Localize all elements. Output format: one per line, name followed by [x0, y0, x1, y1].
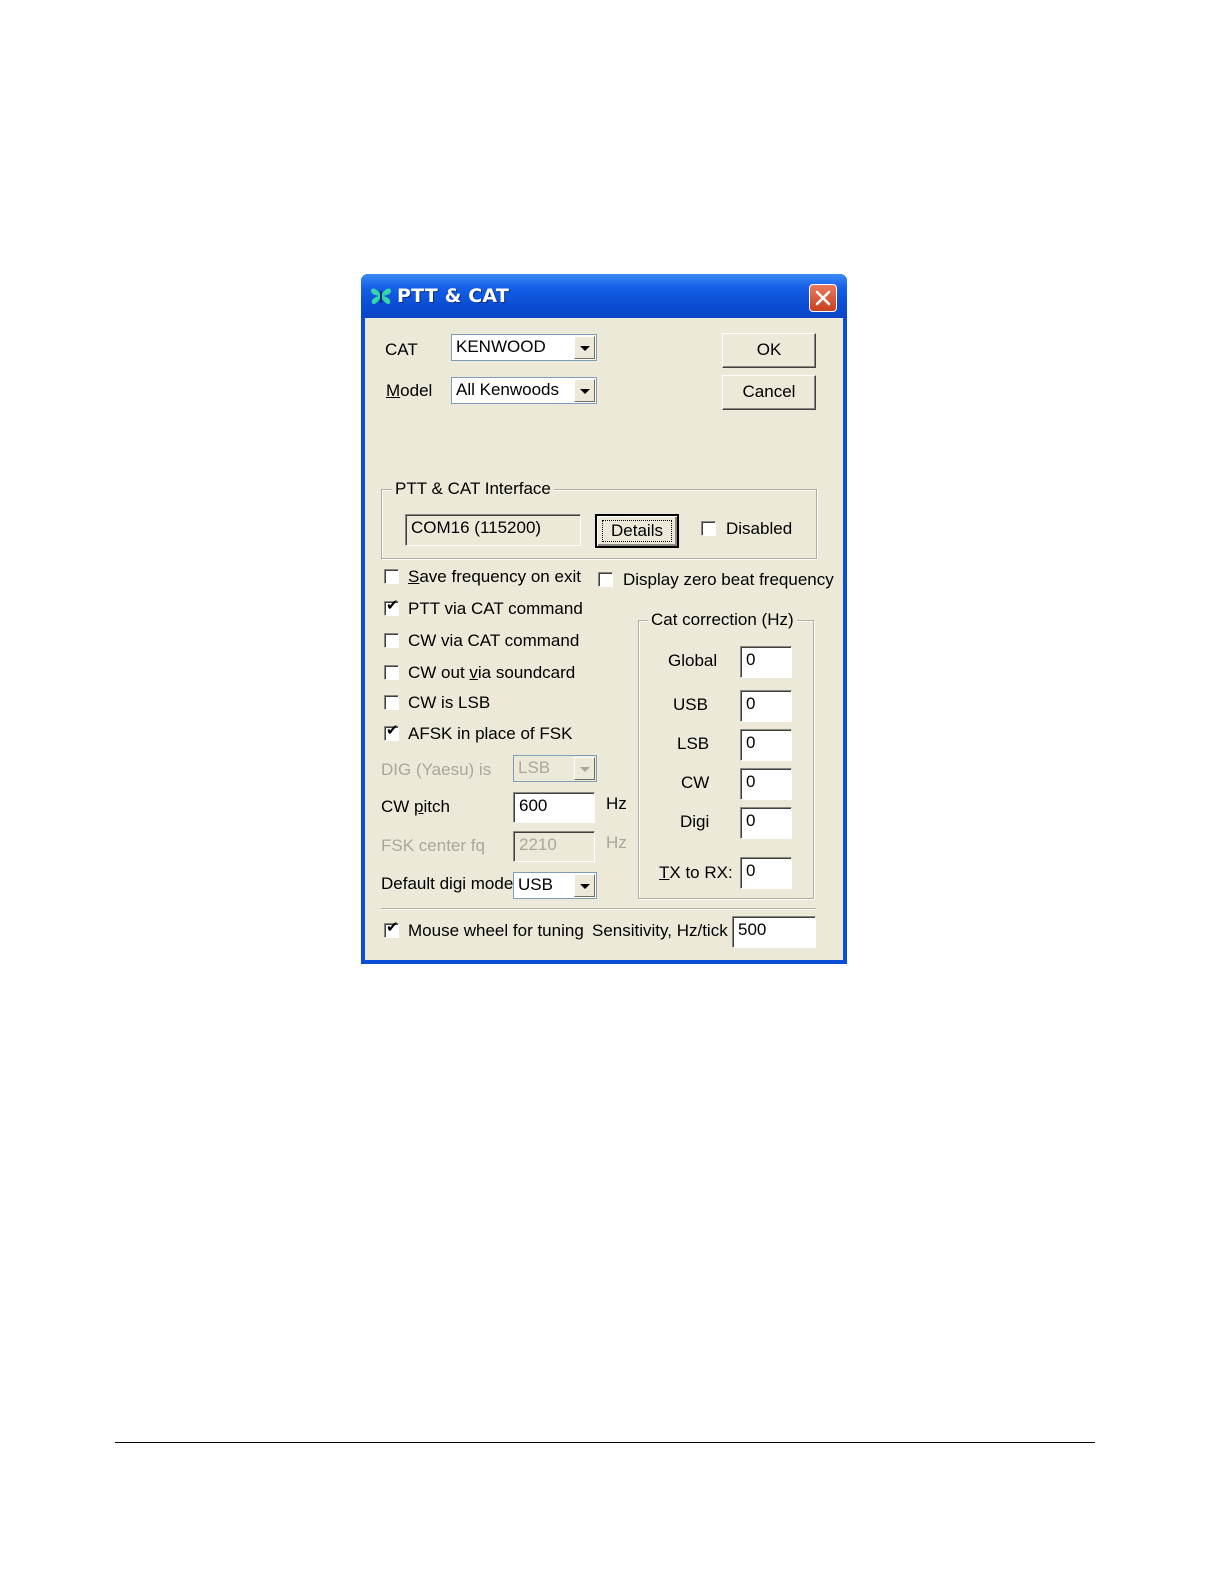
close-icon: [815, 290, 831, 306]
ok-button[interactable]: OK: [722, 333, 816, 368]
default-digi-select[interactable]: USB: [513, 872, 597, 899]
fsk-center-unit: Hz: [606, 833, 627, 852]
ptt-via-cat-label: PTT via CAT command: [408, 599, 583, 618]
cw-via-cat-label: CW via CAT command: [408, 631, 580, 650]
cw-label: CW: [681, 773, 710, 792]
chevron-down-icon[interactable]: [574, 874, 595, 897]
disabled-label: Disabled: [726, 519, 793, 538]
close-button[interactable]: [809, 284, 837, 312]
usb-label: USB: [673, 695, 708, 714]
digi-label: Digi: [680, 812, 710, 831]
tx-to-rx-field[interactable]: 0: [740, 857, 792, 889]
disabled-checkbox[interactable]: [701, 521, 716, 536]
zero-beat-checkbox[interactable]: [598, 572, 613, 587]
lsb-field[interactable]: 0: [740, 729, 792, 761]
lsb-label: LSB: [677, 734, 710, 753]
afsk-label: AFSK in place of FSK: [408, 724, 573, 743]
save-frequency-checkbox[interactable]: [384, 569, 399, 584]
cancel-button[interactable]: Cancel: [722, 375, 816, 410]
global-value: 0: [746, 650, 756, 669]
dig-yaesu-select: LSB: [513, 755, 597, 782]
dialog-client-area: CAT KENWOOD Model All Kenwoods OK Cancel…: [365, 318, 843, 960]
digi-field[interactable]: 0: [740, 807, 792, 839]
cw-via-cat-checkbox[interactable]: [384, 633, 399, 648]
cw-value: 0: [746, 772, 756, 791]
save-frequency-label: Save frequency on exit: [408, 567, 581, 586]
chevron-down-icon[interactable]: [574, 336, 595, 359]
cw-pitch-label: CW pitch: [381, 797, 450, 816]
fsk-center-field: 2210: [513, 831, 595, 862]
mouse-wheel-checkbox[interactable]: ✔: [384, 918, 399, 938]
details-button[interactable]: Details: [595, 514, 679, 548]
chevron-down-icon: [574, 757, 595, 780]
cat-label: CAT: [385, 340, 418, 359]
check-mark-icon: ✔: [386, 596, 399, 614]
cat-correction-title: Cat correction (Hz): [648, 610, 797, 630]
digi-value: 0: [746, 811, 756, 830]
fsk-center-label: FSK center fq: [381, 836, 485, 855]
default-digi-label: Default digi mode: [381, 874, 514, 893]
sensitivity-field[interactable]: 500: [732, 916, 816, 948]
chevron-down-icon[interactable]: [574, 379, 595, 402]
sensitivity-label: Sensitivity, Hz/tick: [592, 921, 728, 940]
interface-group-title: PTT & CAT Interface: [392, 479, 554, 499]
model-select[interactable]: All Kenwoods: [451, 377, 597, 404]
focus-rect: [602, 520, 672, 542]
check-mark-icon: ✔: [386, 721, 399, 739]
zero-beat-label: Display zero beat frequency: [623, 570, 834, 589]
window-title: PTT & CAT: [397, 285, 510, 307]
dig-yaesu-value: LSB: [518, 758, 551, 777]
model-select-value: All Kenwoods: [456, 380, 560, 399]
global-label: Global: [668, 651, 718, 670]
check-mark-icon: ✔: [386, 918, 399, 936]
cw-soundcard-label: CW out via soundcard: [408, 663, 576, 682]
afsk-checkbox[interactable]: ✔: [384, 721, 399, 741]
port-value: COM16 (115200): [411, 518, 542, 537]
cw-is-lsb-checkbox[interactable]: [384, 695, 399, 710]
global-field[interactable]: 0: [740, 646, 792, 678]
cat-select-value: KENWOOD: [456, 337, 546, 356]
cw-pitch-value: 600: [519, 796, 548, 815]
cat-select[interactable]: KENWOOD: [451, 334, 597, 361]
ptt-via-cat-checkbox[interactable]: ✔: [384, 596, 399, 616]
usb-field[interactable]: 0: [740, 690, 792, 722]
page-footer-rule: [115, 1442, 1095, 1443]
cw-soundcard-checkbox[interactable]: [384, 665, 399, 680]
separator: [381, 908, 816, 910]
default-digi-value: USB: [518, 875, 553, 894]
fsk-center-value: 2210: [519, 835, 557, 854]
cw-is-lsb-label: CW is LSB: [408, 693, 491, 712]
tx-to-rx-value: 0: [746, 861, 756, 880]
butterfly-app-icon: [371, 288, 391, 305]
cw-field[interactable]: 0: [740, 768, 792, 800]
cw-pitch-field[interactable]: 600: [513, 792, 595, 823]
model-label: Model: [386, 381, 433, 400]
lsb-value: 0: [746, 733, 756, 752]
ptt-cat-dialog: PTT & CAT CAT KENWOOD Model All Kenwoods…: [361, 274, 847, 964]
port-field: COM16 (115200): [405, 514, 581, 546]
usb-value: 0: [746, 694, 756, 713]
mouse-wheel-label: Mouse wheel for tuning: [408, 921, 584, 940]
cw-pitch-unit: Hz: [606, 794, 627, 813]
title-bar[interactable]: PTT & CAT: [361, 274, 847, 318]
dig-yaesu-label: DIG (Yaesu) is: [381, 760, 492, 779]
tx-to-rx-label: TX to RX:: [659, 863, 733, 882]
sensitivity-value: 500: [738, 920, 767, 939]
